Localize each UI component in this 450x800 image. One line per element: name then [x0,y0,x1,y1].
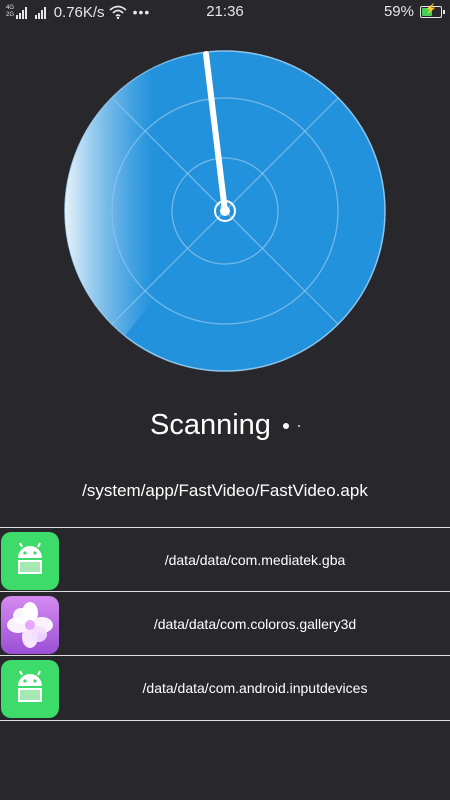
item-path: /data/data/com.mediatek.gba [164,551,346,568]
radar-scanner [64,50,386,372]
scanner-screen: 4G 2G 0.76K/s ••• 21:36 59% ⚡ Scanning /… [0,0,450,800]
android-icon [1,532,59,590]
loading-dots-icon [282,422,300,429]
list-item[interactable]: /data/data/com.coloros.gallery3d [0,591,450,655]
scanning-label: Scanning [150,409,271,441]
current-scan-path: /system/app/FastVideo/FastVideo.apk [82,481,368,500]
status-right: 59% ⚡ [383,3,445,20]
charging-bolt-icon: ⚡ [424,3,438,15]
android-icon [1,660,59,718]
battery-icon: ⚡ [420,3,445,18]
radar-center-dot [220,206,230,216]
status-bar: 4G 2G 0.76K/s ••• 21:36 59% ⚡ [0,0,450,24]
status-time: 21:36 [206,3,244,20]
item-path: /data/data/com.coloros.gallery3d [153,615,357,632]
battery-percent: 59% [383,3,414,20]
list-item[interactable]: /data/data/com.android.inputdevices [0,655,450,721]
scanned-items-list: /data/data/com.mediatek.gba /data/data/c… [0,527,450,721]
scanning-status: Scanning [150,409,300,442]
list-item[interactable]: /data/data/com.mediatek.gba [0,527,450,591]
item-path: /data/data/com.android.inputdevices [142,680,368,696]
gallery-flower-icon [1,596,59,654]
